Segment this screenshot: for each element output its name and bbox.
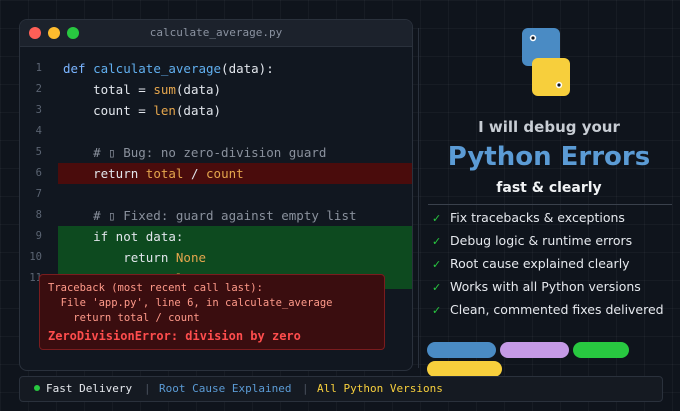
feature-item: ✓ Root cause explained clearly [432, 256, 630, 271]
status-fast-delivery: Fast Delivery [34, 377, 132, 401]
status-python-versions: All Python Versions [317, 382, 443, 395]
tagline-top: I will debug your [478, 118, 620, 136]
traceback-panel: Traceback (most recent call last): File … [39, 274, 385, 350]
color-pill-yellow [427, 361, 502, 377]
code-text: return total / count [63, 163, 244, 184]
line-number: 1 [35, 62, 42, 74]
code-text: return None [63, 247, 206, 268]
python-logo-icon [522, 28, 570, 96]
code-text: # ▯ Bug: no zero-division guard [63, 142, 326, 163]
traceback-code-line: return total / count [48, 312, 200, 324]
code-token: (data) [175, 103, 222, 118]
code-text: count = len(data) [63, 100, 221, 121]
feature-item: ✓ Fix tracebacks & exceptions [432, 210, 625, 225]
code-text: if not data: [63, 226, 183, 247]
tagline-sub: fast & clearly [496, 180, 602, 196]
code-token: total = [63, 82, 154, 97]
code-token: calculate_average [93, 61, 222, 76]
code-line: 10 return None [20, 247, 412, 268]
status-root-cause: Root Cause Explained [159, 382, 292, 395]
status-separator: | [302, 382, 309, 395]
code-line: 5 # ▯ Bug: no zero-division guard [20, 142, 412, 163]
code-token: if not data: [63, 229, 184, 244]
code-line: 4 [20, 121, 412, 142]
code-line: 8 # ▯ Fixed: guard against empty list [20, 205, 412, 226]
code-line: 3 count = len(data) [20, 100, 412, 121]
editor-titlebar: calculate_average.py [20, 20, 412, 47]
code-line: 7 [20, 184, 412, 205]
code-token: sum [153, 82, 176, 97]
tagline-main: Python Errors [447, 142, 651, 172]
check-icon: ✓ [432, 258, 442, 271]
line-number: 5 [35, 146, 42, 158]
line-number: 6 [35, 167, 42, 179]
check-icon: ✓ [432, 281, 442, 294]
code-token: total [145, 166, 184, 181]
code-token: # ▯ Fixed: guard against empty list [63, 208, 357, 223]
editor-filename: calculate_average.py [149, 26, 283, 39]
traceback-error: ZeroDivisionError: division by zero [48, 329, 301, 343]
check-icon: ✓ [432, 235, 442, 248]
code-area: 1 def calculate_average(data): 2 total = s… [20, 58, 412, 289]
line-number: 7 [35, 188, 42, 200]
vertical-divider [418, 28, 419, 368]
code-text: # ▯ Fixed: guard against empty list [63, 205, 357, 226]
status-separator: | [144, 382, 151, 395]
feature-item: ✓ Works with all Python versions [432, 279, 641, 294]
line-number: 9 [35, 230, 42, 242]
feature-item: ✓ Debug logic & runtime errors [432, 233, 633, 248]
code-token: # ▯ Bug: no zero-division guard [63, 145, 327, 160]
color-pill-green [573, 342, 629, 358]
line-number: 8 [35, 209, 42, 221]
code-line: 2 total = sum(data) [20, 79, 412, 100]
code-line: 6 return total / count [20, 163, 412, 184]
line-number: 10 [29, 251, 42, 263]
code-text: def calculate_average(data): [63, 58, 274, 79]
code-token: count [206, 166, 244, 181]
line-number: 4 [35, 125, 42, 137]
code-line: 9 if not data: [20, 226, 412, 247]
tagline-rule [428, 204, 672, 205]
line-number: 3 [35, 104, 42, 116]
traceback-header: Traceback (most recent call last): [48, 282, 263, 294]
line-number: 2 [35, 83, 42, 95]
feature-list: ✓ Fix tracebacks & exceptions ✓ Debug logi… [432, 210, 664, 325]
feature-item: ✓ Clean, commented fixes delivered [432, 302, 664, 317]
check-icon: ✓ [432, 212, 442, 225]
code-text: total = sum(data) [63, 79, 221, 100]
code-token: / [183, 166, 207, 181]
traceback-file-line: File 'app.py', line 6, in calculate_aver… [48, 297, 333, 309]
code-token: None [175, 250, 206, 265]
code-line: 1 def calculate_average(data): [20, 58, 412, 79]
check-icon: ✓ [432, 304, 442, 317]
color-pill-blue [427, 342, 496, 358]
status-bar: Fast Delivery | Root Cause Explained | A… [19, 376, 663, 402]
code-token: (data): [221, 61, 274, 76]
code-token: (data) [175, 82, 222, 97]
code-token: return [63, 250, 176, 265]
code-token: return [63, 166, 146, 181]
code-token: len [153, 103, 176, 118]
code-token: def [63, 61, 94, 76]
code-token: count = [63, 103, 154, 118]
status-dot-icon [34, 385, 40, 391]
color-pill-purple [500, 342, 569, 358]
